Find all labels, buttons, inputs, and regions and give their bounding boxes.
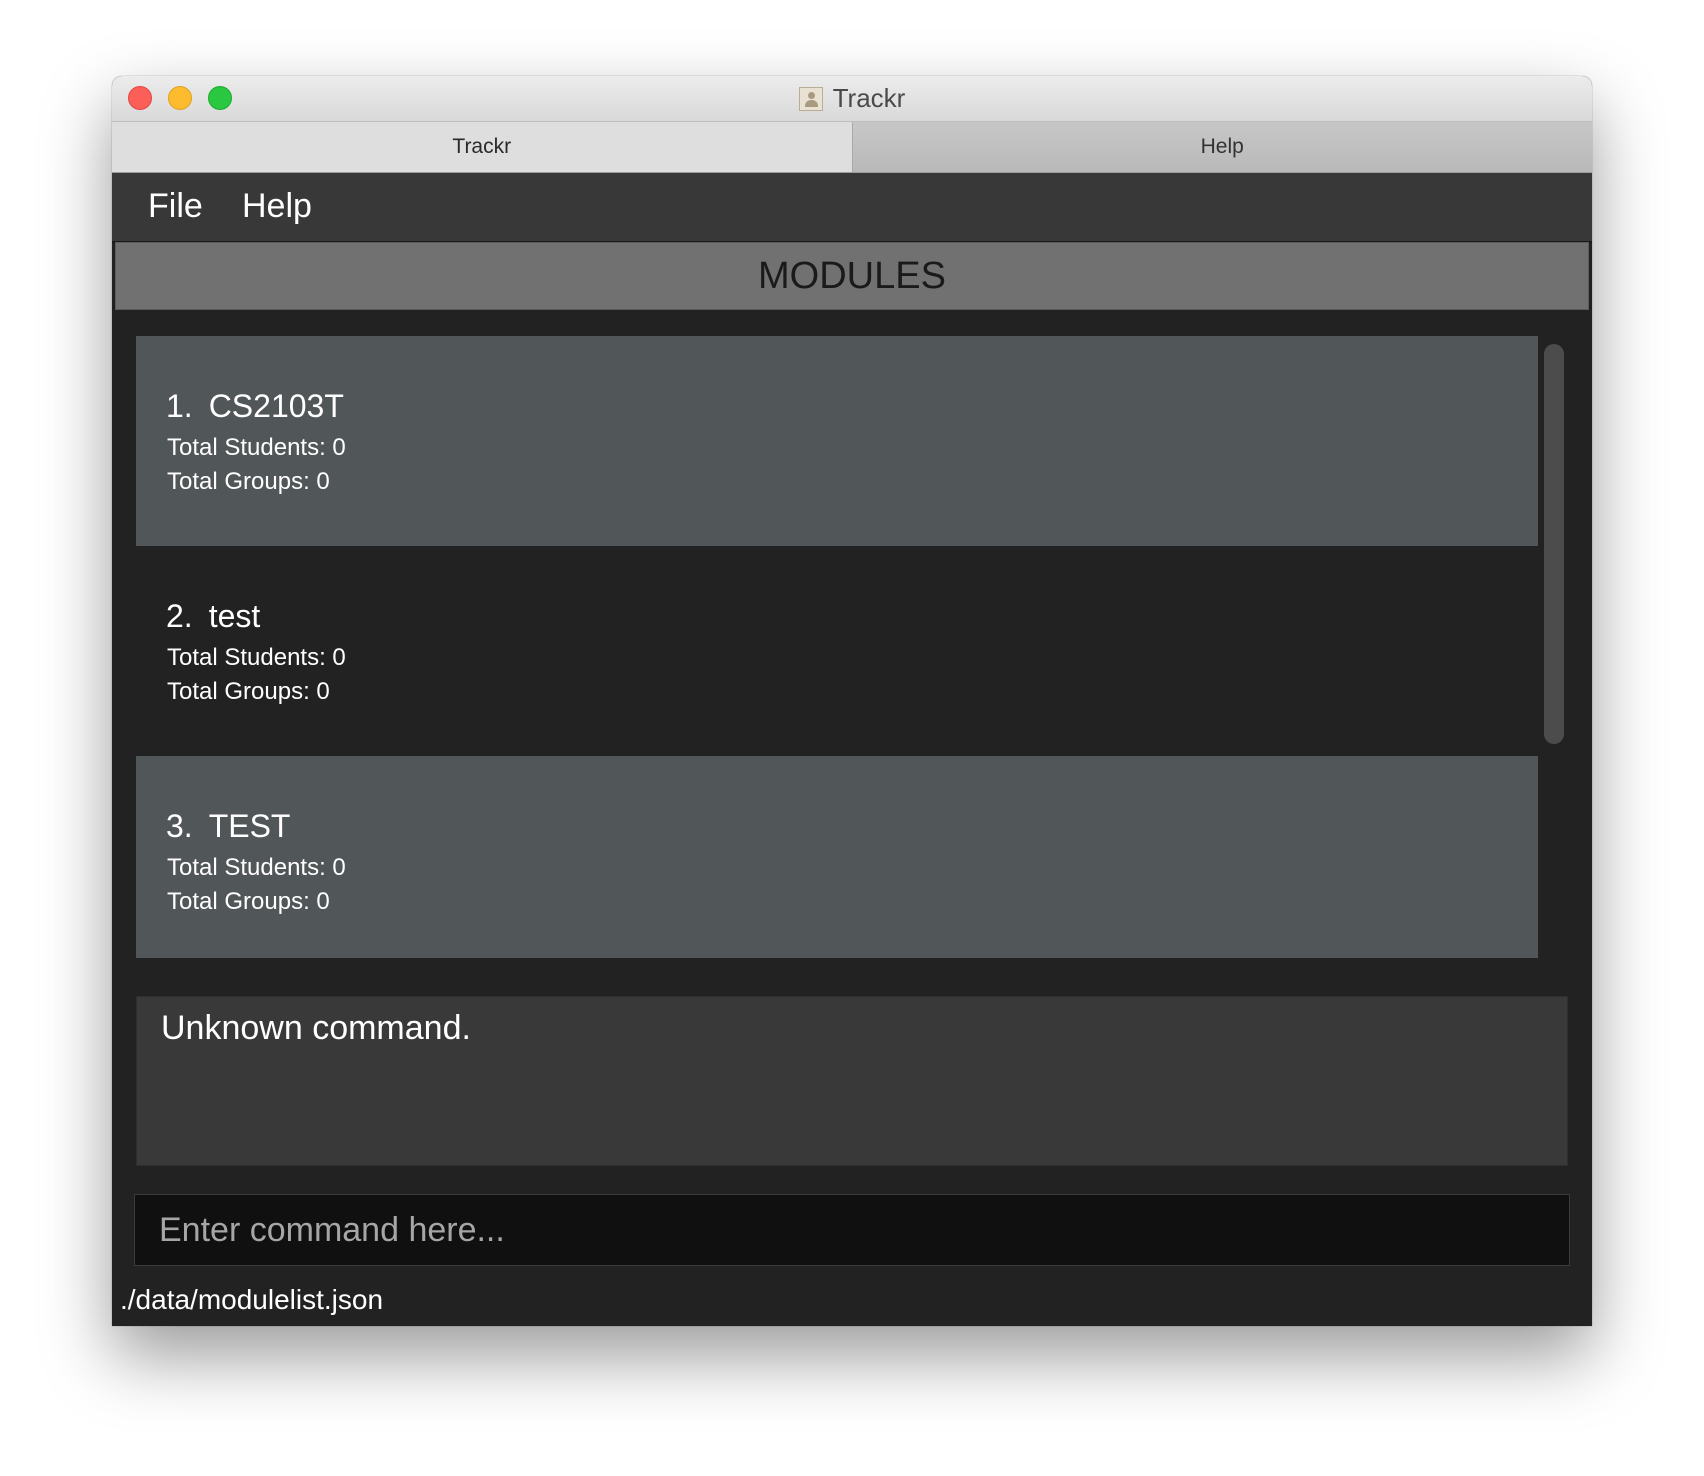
module-total-students: Total Students: 0 bbox=[167, 854, 346, 881]
window-title: Trackr bbox=[832, 83, 906, 113]
module-index: 1. bbox=[166, 388, 193, 424]
module-total-groups: Total Groups: 0 bbox=[167, 468, 330, 495]
menu-help[interactable]: Help bbox=[242, 187, 312, 226]
module-card[interactable]: 1. CS2103T Total Students: 0 Total Groups… bbox=[136, 336, 1538, 546]
module-card[interactable]: 3. TEST Total Students: 0 Total Groups: 0 bbox=[136, 756, 1538, 958]
module-name: TEST bbox=[208, 808, 291, 844]
module-title: 2. test bbox=[166, 598, 260, 635]
module-title: 3. TEST bbox=[166, 808, 290, 845]
window-title-wrap: Trackr bbox=[112, 76, 1592, 121]
module-total-groups: Total Groups: 0 bbox=[167, 678, 330, 705]
app-icon bbox=[798, 86, 823, 111]
window-tab-bar: Trackr Help bbox=[112, 122, 1592, 173]
tab-trackr[interactable]: Trackr bbox=[112, 122, 853, 172]
module-total-students: Total Students: 0 bbox=[167, 434, 346, 461]
status-bar-file-path: ./data/modulelist.json bbox=[120, 1284, 384, 1315]
module-list-scrollbar[interactable] bbox=[1544, 344, 1564, 744]
module-index: 3. bbox=[166, 808, 193, 844]
module-index: 2. bbox=[166, 598, 193, 634]
menu-file[interactable]: File bbox=[148, 187, 203, 226]
title-bar[interactable]: Trackr bbox=[112, 76, 1592, 122]
command-input[interactable] bbox=[134, 1194, 1570, 1266]
result-text: Unknown command. bbox=[161, 1009, 471, 1047]
menu-bar: File Help bbox=[112, 173, 1592, 243]
app-window: Trackr Trackr Help File Help MODULES 1. C… bbox=[112, 76, 1592, 1326]
tab-help[interactable]: Help bbox=[852, 122, 1592, 172]
module-list[interactable]: 1. CS2103T Total Students: 0 Total Groups… bbox=[136, 336, 1538, 958]
module-name: test bbox=[208, 598, 261, 634]
result-display: Unknown command. bbox=[136, 996, 1568, 1166]
module-name: CS2103T bbox=[208, 388, 344, 424]
modules-header: MODULES bbox=[115, 242, 1589, 310]
module-card[interactable]: 2. test Total Students: 0 Total Groups: 0 bbox=[136, 546, 1538, 756]
module-total-students: Total Students: 0 bbox=[167, 644, 346, 671]
module-total-groups: Total Groups: 0 bbox=[167, 888, 330, 915]
module-title: 1. CS2103T bbox=[166, 388, 344, 425]
